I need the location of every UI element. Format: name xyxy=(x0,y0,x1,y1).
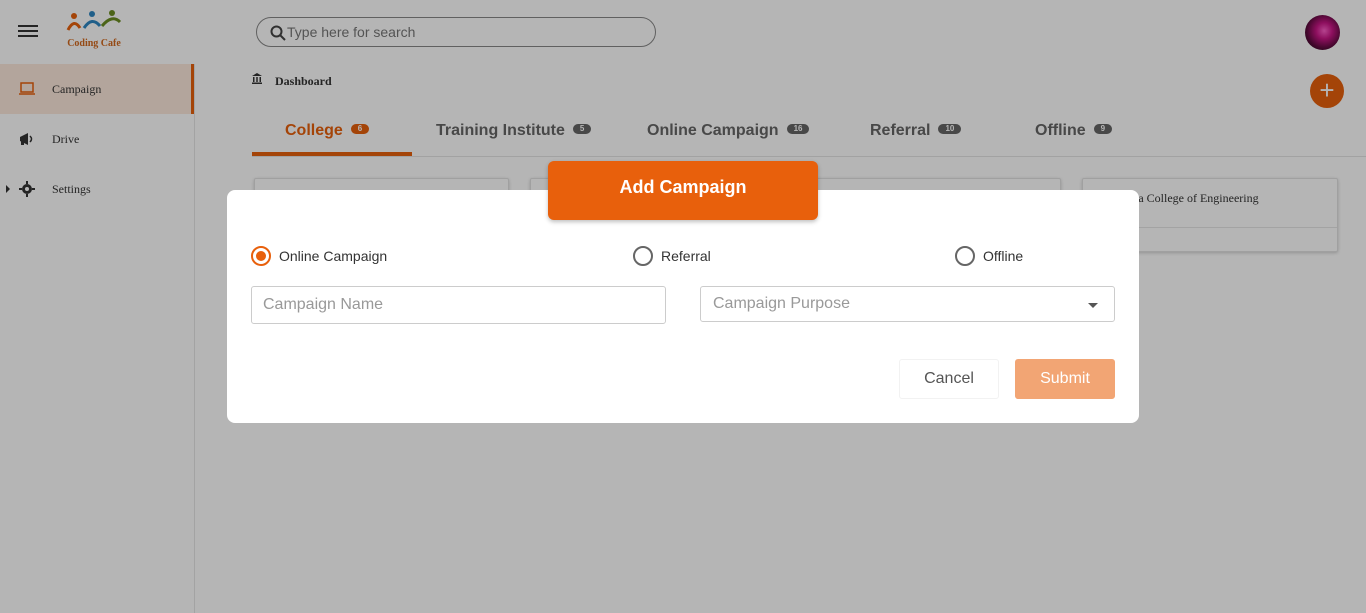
radio-checked-icon xyxy=(251,246,271,266)
cancel-button[interactable]: Cancel xyxy=(899,359,999,399)
dropdown-arrow-icon xyxy=(1088,303,1098,308)
campaign-name-input[interactable] xyxy=(252,287,665,323)
radio-label: Online Campaign xyxy=(279,248,388,264)
dialog-title: Add Campaign xyxy=(548,161,818,220)
add-campaign-dialog: Online Campaign Referral Offline Campaig… xyxy=(227,190,1139,423)
submit-button[interactable]: Submit xyxy=(1015,359,1115,399)
select-placeholder: Campaign Purpose xyxy=(713,295,850,312)
campaign-purpose-select[interactable]: Campaign Purpose xyxy=(700,286,1115,322)
radio-unchecked-icon xyxy=(633,246,653,266)
campaign-name-field[interactable] xyxy=(251,286,666,324)
radio-label: Offline xyxy=(983,248,1024,264)
radio-label: Referral xyxy=(661,248,711,264)
radio-unchecked-icon xyxy=(955,246,975,266)
